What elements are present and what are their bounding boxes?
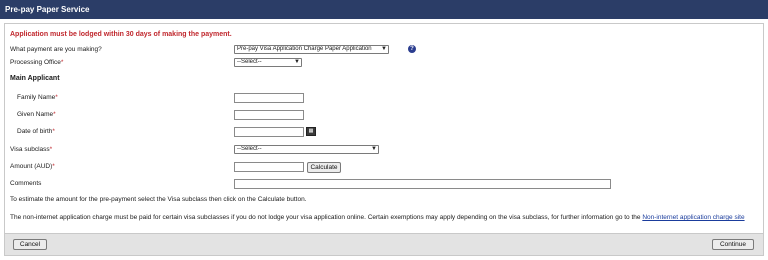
- non-internet-note: The non-internet application charge must…: [10, 214, 745, 221]
- processing-office-label-text: Processing Office: [10, 59, 61, 66]
- chevron-down-icon: ▼: [294, 59, 300, 65]
- page-header: Pre-pay Paper Service: [0, 0, 768, 19]
- visa-subclass-value: --Select--: [237, 146, 262, 152]
- required-marker: *: [52, 128, 55, 135]
- visa-subclass-label-text: Visa subclass: [10, 146, 50, 153]
- chevron-down-icon: ▼: [371, 146, 377, 152]
- dob-input[interactable]: [234, 127, 304, 137]
- required-marker: *: [52, 163, 55, 170]
- visa-subclass-select[interactable]: --Select-- ▼: [234, 145, 379, 154]
- family-name-input[interactable]: [234, 93, 304, 103]
- non-internet-note-text: The non-internet application charge must…: [10, 214, 641, 221]
- dob-label-text: Date of birth: [17, 128, 53, 135]
- dob-label: Date of birth*: [17, 128, 55, 135]
- processing-office-label: Processing Office*: [10, 59, 63, 66]
- required-marker: *: [53, 111, 56, 118]
- continue-button[interactable]: Continue: [712, 239, 754, 250]
- payment-type-label-text: What payment are you making?: [10, 46, 102, 53]
- cancel-button[interactable]: Cancel: [13, 239, 47, 250]
- amount-input[interactable]: [234, 162, 304, 172]
- given-name-label: Given Name*: [17, 111, 56, 118]
- form-panel: Application must be lodged within 30 day…: [4, 23, 764, 256]
- required-marker: *: [60, 59, 64, 66]
- lodgement-warning: Application must be lodged within 30 day…: [10, 31, 232, 38]
- amount-label-text: Amount (AUD): [10, 163, 53, 170]
- calendar-icon[interactable]: ▦: [306, 127, 316, 136]
- main-applicant-heading: Main Applicant: [10, 75, 60, 82]
- family-name-label: Family Name*: [17, 94, 58, 101]
- family-name-label-text: Family Name: [17, 94, 56, 101]
- processing-office-value: --Select--: [237, 59, 262, 65]
- processing-office-select[interactable]: --Select-- ▼: [234, 58, 302, 67]
- payment-type-value: Pre-pay Visa Application Charge Paper Ap…: [237, 46, 372, 52]
- calculate-button[interactable]: Calculate: [307, 162, 341, 173]
- payment-type-select[interactable]: Pre-pay Visa Application Charge Paper Ap…: [234, 45, 389, 54]
- visa-subclass-label: Visa subclass*: [10, 146, 52, 153]
- amount-label: Amount (AUD)*: [10, 163, 55, 170]
- chevron-down-icon: ▼: [381, 46, 387, 52]
- form-footer: Cancel Continue: [5, 233, 763, 255]
- non-internet-charge-link[interactable]: Non-internet application charge site: [642, 214, 744, 221]
- given-name-label-text: Given Name: [17, 111, 54, 118]
- given-name-input[interactable]: [234, 110, 304, 120]
- payment-type-label: What payment are you making?: [10, 46, 102, 53]
- comments-input[interactable]: [234, 179, 611, 189]
- comments-label: Comments: [10, 180, 42, 187]
- required-marker: *: [49, 146, 53, 153]
- required-marker: *: [55, 94, 58, 101]
- help-icon[interactable]: ?: [408, 45, 416, 53]
- page-title: Pre-pay Paper Service: [5, 5, 90, 14]
- estimate-note: To estimate the amount for the pre-payme…: [10, 196, 307, 203]
